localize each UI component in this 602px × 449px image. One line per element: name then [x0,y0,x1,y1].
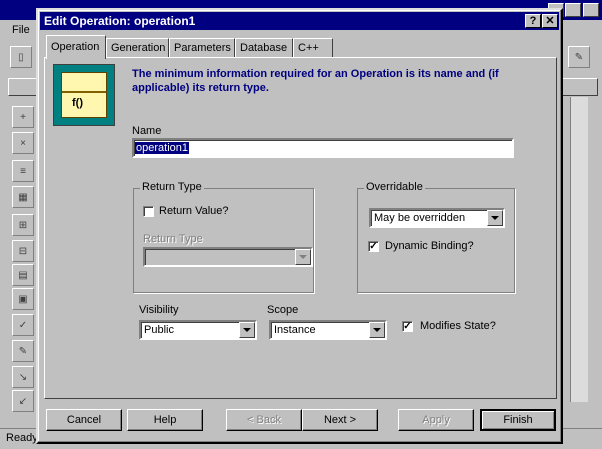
visibility-value: Public [144,324,174,336]
finish-button[interactable]: Finish [480,409,556,431]
dialog-title: Edit Operation: operation1 [44,14,196,28]
modifies-state-label: Modifies State? [420,320,496,332]
help-button[interactable]: Help [127,409,203,431]
name-value: operation1 [135,142,189,154]
grid-tool-icon[interactable]: ▦ [12,186,34,208]
dynamic-binding-checkbox[interactable]: ✓ [368,241,379,252]
connect-tool-icon[interactable]: ✓ [12,314,34,336]
app-close-button[interactable] [583,3,599,17]
apply-button[interactable]: Apply [398,409,474,431]
menu-file[interactable]: File [12,24,30,36]
collapse-tool-icon[interactable]: ⊟ [12,240,34,262]
edit-operation-dialog: Edit Operation: operation1 ? ✕ Operation… [36,8,563,444]
tab-generation[interactable]: Generation [106,38,169,58]
overridable-group: Overridable May be overridden ✓ Dynamic … [357,181,515,293]
back-button[interactable]: < Back [226,409,302,431]
align-tool-icon[interactable]: ≡ [12,160,34,182]
layout-tool-icon[interactable]: ▤ [12,264,34,286]
overridable-value: May be overridden [374,212,466,224]
tab-parameters[interactable]: Parameters [169,38,235,58]
close-icon[interactable]: ✕ [542,14,558,28]
return-type-label: Return Type [143,233,203,245]
add-tool-icon[interactable]: + [12,106,34,128]
tab-operation[interactable]: Operation [46,35,106,59]
operation-icon: f() [53,64,115,126]
return-value-label: Return Value? [159,205,229,217]
tab-panel: f() The minimum information required for… [44,57,557,399]
function-icon: f() [61,72,107,118]
remove-tool-icon[interactable]: × [12,132,34,154]
return-type-select [143,247,313,267]
dynamic-binding-label: Dynamic Binding? [385,240,474,252]
return-type-group-title: Return Type [140,181,204,193]
properties-icon[interactable]: ✎ [568,46,590,68]
tab-database[interactable]: Database [235,38,293,58]
scope-select[interactable]: Instance [269,320,387,340]
status-text: Ready [6,432,38,444]
background-scrollbar[interactable] [570,97,588,402]
chevron-down-icon [295,249,311,265]
modifies-state-checkbox[interactable]: ✓ [402,321,413,332]
return-type-group: Return Type Return Value? Return Type [133,181,314,293]
chevron-down-icon[interactable] [369,322,385,338]
next-button[interactable]: Next > [302,409,378,431]
icon-divider [62,91,106,93]
icon-label: f() [72,97,83,109]
link-back-tool-icon[interactable]: ↙ [12,390,34,412]
edit-tool-icon[interactable]: ✎ [12,340,34,362]
toolbox-panel: + × ≡ ▦ ⊞ ⊟ ▤ ▣ ✓ ✎ ↘ ↙ [10,100,36,420]
expand-tool-icon[interactable]: ⊞ [12,214,34,236]
overridable-select[interactable]: May be overridden [369,208,505,228]
cancel-button[interactable]: Cancel [46,409,122,431]
info-text: The minimum information required for an … [132,68,499,94]
name-field[interactable]: operation1 [132,138,514,158]
visibility-select[interactable]: Public [139,320,257,340]
link-tool-icon[interactable]: ↘ [12,366,34,388]
tab-cpp[interactable]: C++ [293,38,333,58]
new-file-icon[interactable]: ▯ [10,46,32,68]
dialog-titlebar: Edit Operation: operation1 ? ✕ [40,12,559,30]
help-icon[interactable]: ? [525,14,541,28]
return-value-checkbox[interactable] [143,206,154,217]
app-maximize-button[interactable] [565,3,581,17]
scope-value: Instance [274,324,316,336]
chevron-down-icon[interactable] [239,322,255,338]
overridable-group-title: Overridable [364,181,425,193]
scope-label: Scope [267,304,299,316]
frame-tool-icon[interactable]: ▣ [12,288,34,310]
chevron-down-icon[interactable] [487,210,503,226]
visibility-label: Visibility [139,304,179,316]
name-label: Name [132,125,162,137]
